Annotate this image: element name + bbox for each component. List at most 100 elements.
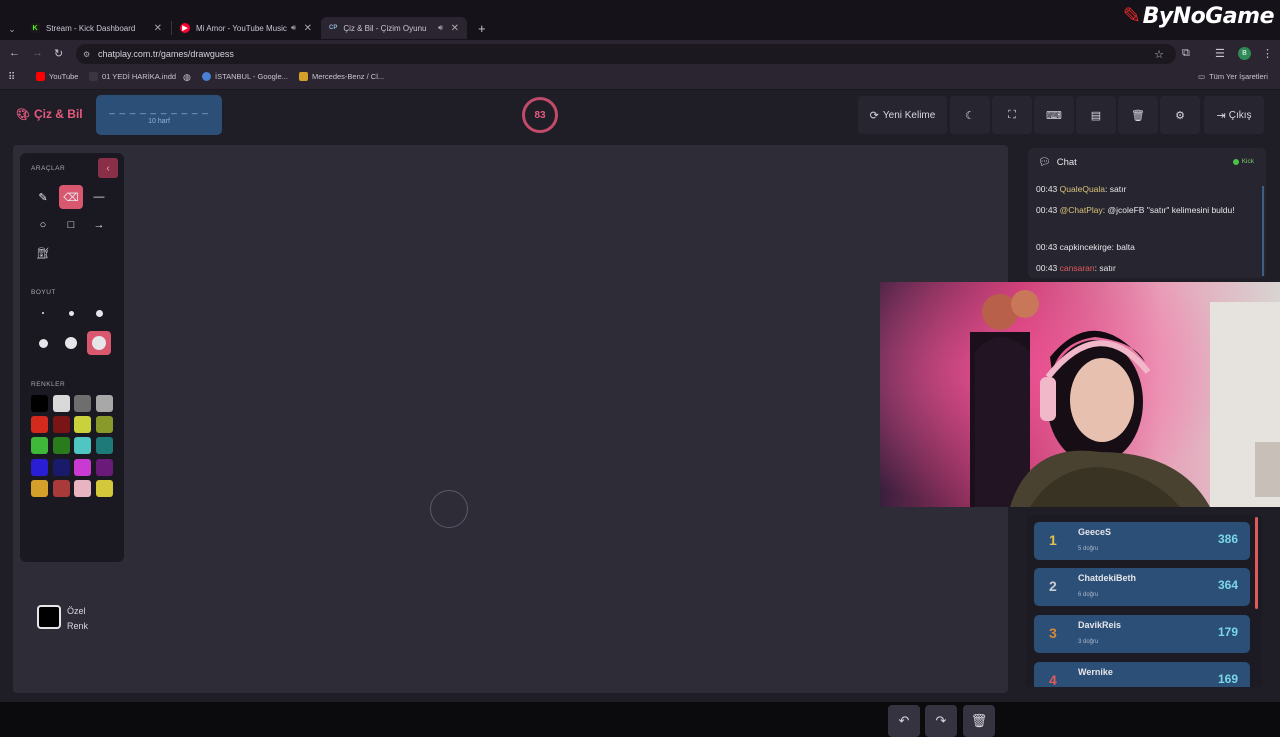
speaker-icon[interactable]: 🔊︎ (438, 23, 443, 33)
size-option-6[interactable] (87, 331, 111, 355)
color-swatch[interactable] (74, 458, 91, 476)
close-icon[interactable]: ✕ (304, 23, 312, 34)
apps-icon[interactable]: ⠿ (8, 72, 15, 83)
color-swatch[interactable] (95, 458, 113, 476)
youtube-icon (36, 72, 45, 81)
chat-message: 00:43 @ChatPlay: @jcoleFB "satır" kelime… (1036, 203, 1254, 217)
keyboard-icon: ⌨ (1046, 109, 1062, 122)
rank: 2 (1049, 578, 1057, 594)
keyboard-button[interactable]: ⌨ (1034, 96, 1074, 134)
color-swatch[interactable] (52, 458, 70, 476)
correct-count: 5 doğru (1078, 546, 1099, 552)
color-swatch[interactable] (95, 479, 113, 497)
rank: 1 (1049, 532, 1057, 548)
online-dot (1232, 158, 1239, 165)
correct-count: 6 doğru (1078, 592, 1099, 598)
color-swatch[interactable] (74, 479, 91, 497)
bookmark-label: 01 YEDİ HARİKA.indd (102, 72, 177, 81)
msg-user: cansaran (1059, 263, 1095, 273)
pencil-tool[interactable]: ✎ (31, 185, 55, 209)
eraser-tool[interactable]: ⌫ (59, 185, 83, 209)
globe-icon[interactable]: ◍ (183, 72, 191, 83)
size-option-5[interactable] (59, 331, 83, 355)
color-swatch[interactable] (74, 416, 91, 434)
profile-avatar[interactable]: B (1238, 47, 1251, 60)
rank: 4 (1049, 672, 1057, 687)
color-swatch[interactable] (52, 437, 70, 455)
redo-icon: ↷ (935, 713, 947, 728)
player-name: GeeceS (1078, 527, 1112, 537)
theme-toggle-button[interactable]: ☾ (950, 96, 990, 134)
new-word-button[interactable]: ⟳ Yeni Kelime (858, 96, 947, 134)
all-bookmarks[interactable]: ▭ Tüm Yer İşaretleri (1198, 72, 1268, 81)
settings-button[interactable]: ⚙ (1160, 96, 1200, 134)
color-swatch[interactable] (95, 437, 113, 455)
exit-label: Çıkış (1228, 109, 1252, 121)
undo-button[interactable]: ↶ (888, 705, 920, 737)
leaderboard-scrollbar[interactable] (1255, 517, 1258, 609)
settings-icon[interactable]: ☰ (1215, 47, 1225, 60)
speaker-icon[interactable]: 🔊︎ (291, 23, 296, 33)
color-swatch[interactable] (31, 458, 48, 476)
forward-icon[interactable]: → (32, 47, 43, 59)
size-option-2[interactable] (59, 301, 83, 325)
chat-header: 💬︎ Chat (1038, 157, 1077, 168)
exit-button[interactable]: ⇥ Çıkış (1204, 96, 1264, 134)
size-option-1[interactable] (31, 301, 55, 325)
size-option-3[interactable] (87, 301, 111, 325)
circle-tool[interactable]: ○ (31, 213, 55, 237)
bookmark-istanbul[interactable]: İSTANBUL - Google... (202, 72, 288, 81)
tab-list-button[interactable]: ⌄ (4, 18, 20, 40)
extensions-icon[interactable]: ⧉ (1182, 47, 1190, 60)
color-swatch[interactable] (31, 416, 48, 434)
fullscreen-button[interactable]: ⛶ (992, 96, 1032, 134)
points: 169 (1217, 672, 1238, 686)
bookmarks-bar: ⠿ YouTube 01 YEDİ HARİKA.indd ◍ İSTANBUL… (0, 68, 1280, 90)
back-icon[interactable]: ← (9, 47, 20, 59)
gear-icon: ⚙ (1175, 109, 1185, 122)
drawing-canvas[interactable]: ↶ ↷ 🗑︎ (13, 145, 1008, 737)
tab-youtube-music[interactable]: ▶ Mi Amor - YouTube Music 🔊︎ ✕ (172, 17, 320, 39)
tab-ciz-bil[interactable]: CP Çiz & Bil - Çizim Oyunu 🔊︎ ✕ (321, 17, 467, 39)
rectangle-tool[interactable]: □ (59, 213, 83, 237)
close-icon[interactable]: ✕ (451, 23, 459, 34)
color-swatch[interactable] (31, 479, 48, 497)
leaderboard-row: 4 Wernike 169 (1034, 662, 1250, 687)
reload-icon[interactable]: ↻ (54, 47, 63, 60)
color-swatch[interactable] (52, 479, 70, 497)
chat-scrollbar[interactable] (1262, 186, 1264, 276)
color-swatch[interactable] (52, 416, 70, 434)
close-icon[interactable]: ✕ (154, 23, 162, 34)
fill-tool[interactable]: ⛽︎ (31, 241, 55, 265)
arrow-tool[interactable]: → (87, 213, 111, 237)
new-tab-button[interactable]: + (470, 17, 494, 39)
colors-section-title: RENKLER (31, 381, 66, 388)
archive-button[interactable]: ▤ (1076, 96, 1116, 134)
color-swatch[interactable] (95, 416, 113, 434)
color-swatch[interactable] (74, 395, 91, 412)
tab-kick-dashboard[interactable]: K Stream - Kick Dashboard ✕ (22, 17, 170, 39)
size-option-4[interactable] (31, 331, 55, 355)
color-swatch[interactable] (31, 395, 48, 412)
redo-button[interactable]: ↷ (925, 705, 957, 737)
color-swatch[interactable] (31, 437, 48, 455)
star-icon[interactable]: ☆ (1154, 48, 1164, 61)
site-info-icon[interactable]: ⚙ (83, 50, 90, 59)
clear-canvas-button[interactable]: 🗑︎ (963, 705, 995, 737)
bookmark-mercedes[interactable]: Mercedes-Benz / Cl... (299, 72, 384, 81)
bookmark-youtube[interactable]: YouTube (36, 72, 78, 81)
url-input[interactable]: ⚙ chatplay.com.tr/games/drawguess ☆ (76, 44, 1176, 64)
line-tool[interactable]: — (87, 185, 111, 209)
color-swatch[interactable] (52, 395, 70, 412)
collapse-panel-button[interactable]: ‹ (98, 158, 118, 178)
delete-button[interactable]: 🗑︎ (1118, 96, 1158, 134)
menu-icon[interactable]: ⋮ (1262, 47, 1273, 60)
bookmark-label: İSTANBUL - Google... (215, 72, 288, 81)
color-swatch[interactable] (95, 395, 113, 412)
bookmark-yedi-harika[interactable]: 01 YEDİ HARİKA.indd (89, 72, 176, 81)
app-logo[interactable]: 🎨︎ Çiz & Bil (16, 107, 83, 121)
color-swatch[interactable] (74, 437, 91, 455)
brush-cursor (430, 490, 468, 528)
chat-message: 00:43 QualeQuala: satır (1036, 182, 1254, 196)
custom-color-picker[interactable] (37, 605, 61, 629)
